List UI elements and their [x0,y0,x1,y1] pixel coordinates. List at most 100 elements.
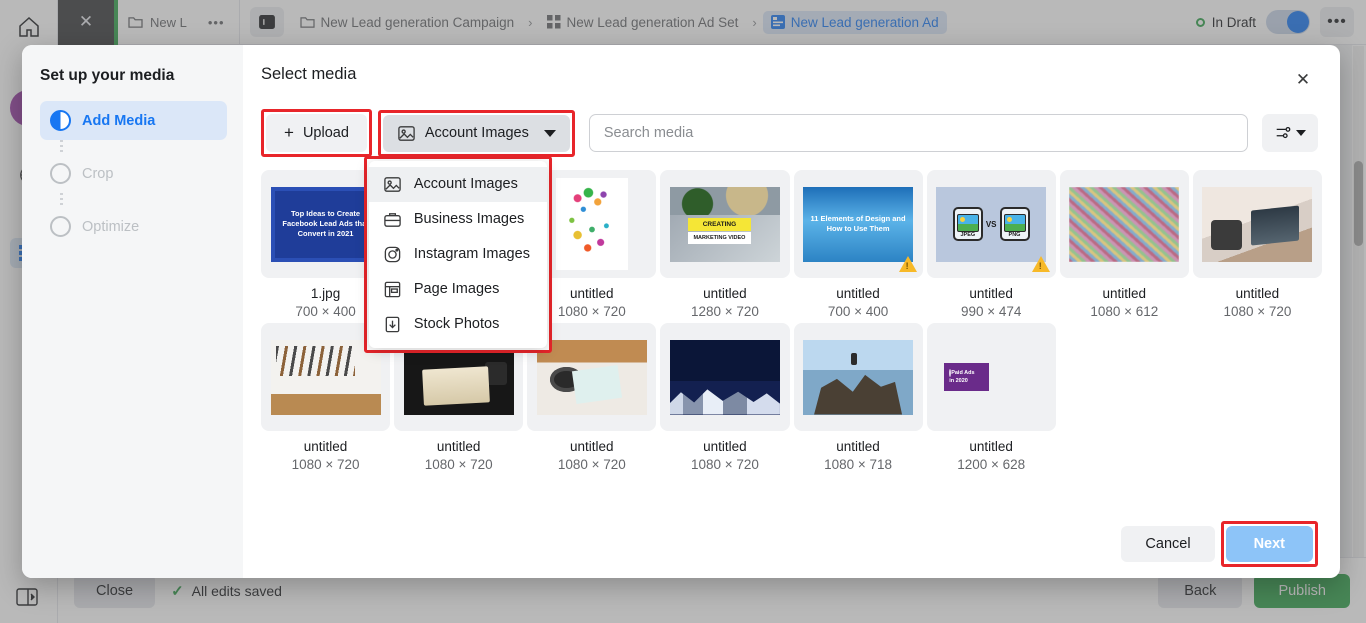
sidebar-item-add-media[interactable]: Add Media [40,101,227,140]
media-name: untitled [570,439,614,454]
upload-label: Upload [302,125,349,141]
media-thumbnail[interactable]: Paid Ads in 2020 [926,323,1056,431]
thumb-art-network [555,178,628,270]
upload-highlight: + Upload [261,109,372,157]
menu-item-business-images[interactable]: Business Images [369,202,547,237]
media-toolbar: + Upload Account Images Account Images B… [243,95,1340,353]
media-dimensions: 1080 × 720 [424,457,493,472]
search-input[interactable]: Search media [588,114,1248,152]
chevron-down-icon [543,129,556,137]
media-item[interactable]: untitled 1080 × 720 [1192,170,1322,319]
sidebar-item-crop[interactable]: Crop [40,154,227,193]
instagram-icon [384,246,401,262]
media-thumbnail[interactable] [793,323,923,431]
warning-icon [898,256,917,272]
thumb-art-marketing-label: MARKETING VIDEO [687,231,752,245]
thumbnail-image: CREATING MARKETING VIDEO [669,186,780,262]
sidebar-item-label: Crop [82,165,114,182]
thumb-art-cliff [803,339,914,415]
page-layout-icon [384,281,401,297]
media-thumbnail[interactable] [1059,170,1189,278]
vs-label: VS [985,219,997,229]
media-item[interactable]: untitled 1080 × 612 [1059,170,1189,319]
media-item[interactable]: Paid Ads in 2020 untitled 1200 × 628 [926,323,1056,472]
menu-item-label: Page Images [413,281,500,297]
next-highlight: Next [1220,521,1318,567]
media-dimensions: 700 × 400 [295,304,356,319]
media-thumbnail[interactable] [660,323,790,431]
media-item[interactable]: untitled 1080 × 720 [660,323,790,472]
media-dimensions: 1080 × 720 [557,304,626,319]
thumb-art-paid-ads: Paid Ads in 2020 [944,335,1038,419]
media-dimensions: 700 × 400 [827,304,889,319]
media-dimensions: 1080 × 720 [690,457,759,472]
image-glyph-icon [1003,214,1026,232]
png-label: PNG [1008,232,1021,238]
close-icon[interactable]: ✕ [1288,65,1318,95]
chevron-down-icon [1296,130,1306,136]
upload-button[interactable]: + Upload [266,114,367,152]
source-dropdown-highlight: Account Images [377,109,575,157]
paid-ads-text: Paid Ads in 2020 [944,362,990,392]
media-thumbnail[interactable] [1192,170,1322,278]
menu-item-instagram-images[interactable]: Instagram Images [369,237,547,272]
media-name: untitled [303,439,348,454]
thumbnail-image [1202,186,1313,262]
media-name: untitled [836,286,880,301]
filter-sort-button[interactable] [1262,114,1318,152]
sidebar-item-optimize[interactable]: Optimize [40,207,227,246]
source-dropdown-menu: Account Images Business Images Instagram… [368,160,547,348]
image-account-icon [384,176,401,192]
media-name: untitled [1102,286,1147,301]
media-dimensions: 1080 × 720 [557,457,626,472]
media-name: untitled [969,286,1013,301]
download-photo-icon [385,316,400,332]
media-thumbnail[interactable]: 11 Elements of Design and How to Use The… [793,170,923,278]
thumb-art-design-ad: 11 Elements of Design and How to Use The… [803,186,914,262]
sidebar-item-label: Add Media [82,112,156,129]
menu-item-page-images[interactable]: Page Images [369,272,547,307]
media-dimensions: 1080 × 718 [824,457,893,472]
setup-sidebar: Set up your media Add Media Crop Optimiz… [22,45,243,578]
source-dropdown-button[interactable]: Account Images [382,114,570,152]
thumbnail-image: JPEG VS PNG [936,186,1047,262]
media-name: 1.jpg [310,286,341,301]
media-thumbnail[interactable]: JPEG VS PNG [926,170,1056,278]
thumb-art-creating-label: CREATING [687,218,752,231]
thumbnail-image [803,339,914,415]
menu-item-account-images[interactable]: Account Images [368,166,547,202]
search-placeholder: Search media [603,125,694,141]
select-media-panel: Select media ✕ + Upload Account Images A… [243,45,1340,578]
menu-item-label: Instagram Images [413,246,530,262]
thumb-art-jpeg-png: JPEG VS PNG [936,186,1047,262]
media-name: untitled [570,286,614,301]
cancel-button[interactable]: Cancel [1121,526,1215,562]
media-item[interactable]: CREATING MARKETING VIDEO untitled 1280 ×… [660,170,790,319]
warning-icon [1031,256,1050,272]
media-dimensions: 1280 × 720 [690,304,759,319]
menu-item-label: Business Images [413,211,525,227]
media-item[interactable]: JPEG VS PNG untitled 990 [926,170,1056,319]
thumbnail-image [536,339,647,415]
thumbnail-image: 11 Elements of Design and How to Use The… [803,186,914,262]
media-name: untitled [703,286,747,301]
dialog-footer: Cancel Next [243,510,1340,578]
media-dimensions: 1080 × 612 [1090,304,1159,319]
thumb-art-desk [536,339,647,415]
setup-sidebar-title: Set up your media [40,67,175,84]
media-dimensions: 1080 × 720 [1223,304,1292,319]
menu-item-stock-photos[interactable]: Stock Photos [369,307,547,342]
menu-item-label: Account Images [413,176,518,192]
media-item[interactable]: untitled 1080 × 718 [793,323,923,472]
media-dimensions: 1080 × 720 [291,457,360,472]
step-circle-icon [50,216,71,237]
next-button[interactable]: Next [1225,526,1313,562]
thumbnail-image: Paid Ads in 2020 [944,335,1038,419]
thumb-art-paint [1069,186,1180,262]
media-thumbnail[interactable]: CREATING MARKETING VIDEO [660,170,790,278]
media-item[interactable]: 11 Elements of Design and How to Use The… [793,170,923,319]
dialog-header: Select media ✕ [243,45,1340,95]
sidebar-item-label: Optimize [82,218,140,235]
media-name: untitled [836,439,880,454]
media-name: untitled [436,439,481,454]
